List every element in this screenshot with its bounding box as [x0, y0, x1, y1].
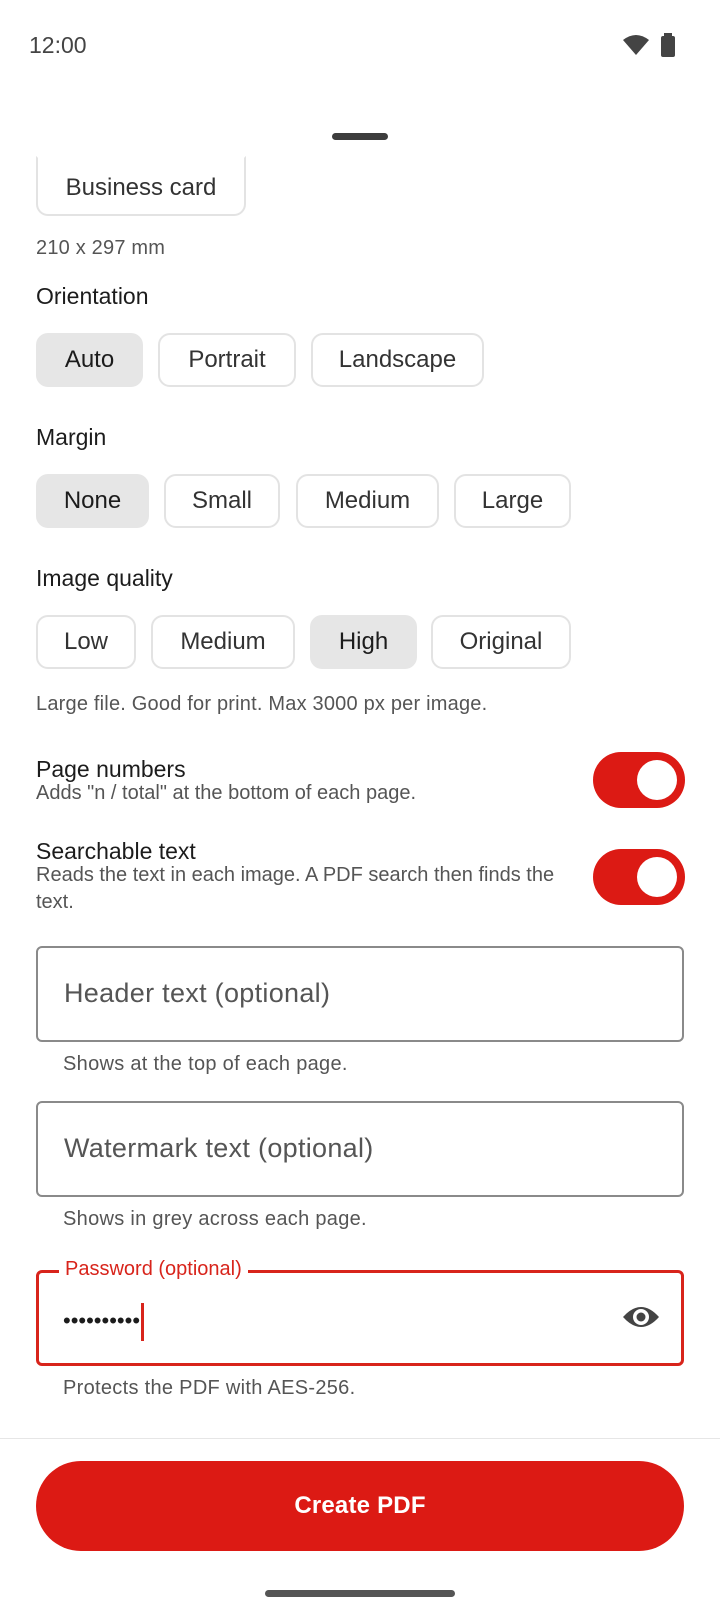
- create-pdf-button[interactable]: Create PDF: [36, 1461, 684, 1551]
- image-quality-hint: Large file. Good for print. Max 3000 px …: [36, 693, 488, 715]
- status-bar: 12:00: [0, 0, 720, 92]
- chip-label: Small: [191, 487, 252, 514]
- page-size-dimensions: 210 x 297 mm: [36, 237, 166, 259]
- chip-orientation-auto[interactable]: Auto: [36, 333, 143, 387]
- chip-label: Original: [459, 628, 543, 655]
- chip-label: Landscape: [338, 346, 457, 373]
- header-text-helper: Shows at the top of each page.: [63, 1053, 348, 1075]
- chip-label: Medium: [324, 487, 411, 514]
- home-indicator[interactable]: [265, 1590, 455, 1597]
- watermark-text-placeholder: Watermark text (optional): [64, 1133, 374, 1163]
- chip-label: Business card: [65, 174, 217, 201]
- battery-icon: [661, 33, 675, 57]
- sheet-drag-handle[interactable]: [332, 133, 388, 140]
- chip-label: Low: [63, 628, 109, 655]
- password-masked-text: ••••••••••: [63, 1307, 141, 1333]
- chip-margin-small[interactable]: Small: [164, 474, 280, 528]
- password-field[interactable]: Password (optional) ••••••••••: [36, 1258, 684, 1366]
- chip-quality-original[interactable]: Original: [431, 615, 571, 669]
- searchable-text-title: Searchable text: [36, 838, 196, 864]
- password-helper: Protects the PDF with AES-256.: [63, 1377, 356, 1399]
- watermark-text-helper: Shows in grey across each page.: [63, 1208, 367, 1230]
- chip-orientation-portrait[interactable]: Portrait: [158, 333, 296, 387]
- image-quality-label: Image quality: [36, 565, 173, 591]
- switch-knob: [637, 857, 677, 897]
- searchable-text-description: Reads the text in each image. A PDF sear…: [36, 864, 555, 913]
- text-cursor: [141, 1303, 145, 1341]
- chip-margin-large[interactable]: Large: [454, 474, 571, 528]
- chip-margin-none[interactable]: None: [36, 474, 149, 528]
- page-numbers-description: Adds "n / total" at the bottom of each p…: [36, 782, 416, 804]
- searchable-text-switch[interactable]: [593, 849, 685, 905]
- status-time: 12:00: [29, 32, 87, 58]
- chip-label: Large: [481, 487, 544, 514]
- password-label: Password (optional): [59, 1258, 248, 1281]
- bottom-sheet-screen: 12:00 Business card 210 x 297 mm Orienta…: [0, 0, 720, 1616]
- password-value: ••••••••••: [63, 1303, 145, 1341]
- chip-label: High: [338, 628, 389, 655]
- chip-label: Medium: [180, 628, 266, 655]
- page-numbers-title: Page numbers: [36, 756, 186, 782]
- divider: [0, 1438, 720, 1439]
- margin-label: Margin: [36, 424, 107, 450]
- page-numbers-switch[interactable]: [593, 752, 685, 808]
- eye-icon[interactable]: [621, 1301, 661, 1333]
- switch-knob: [637, 760, 677, 800]
- status-icons: [622, 33, 676, 57]
- chip-margin-medium[interactable]: Medium: [296, 474, 439, 528]
- chip-quality-low[interactable]: Low: [36, 615, 136, 669]
- chip-orientation-landscape[interactable]: Landscape: [311, 333, 484, 387]
- chip-label: Portrait: [188, 346, 266, 373]
- chip-label: Auto: [64, 346, 115, 373]
- create-pdf-label: Create PDF: [294, 1492, 426, 1519]
- chip-quality-medium[interactable]: Medium: [151, 615, 295, 669]
- chip-quality-high[interactable]: High: [310, 615, 417, 669]
- wifi-icon: [623, 35, 649, 55]
- chip-label: None: [63, 487, 122, 514]
- watermark-text-field[interactable]: Watermark text (optional): [36, 1101, 684, 1197]
- header-text-field[interactable]: Header text (optional): [36, 946, 684, 1042]
- chip-business-card[interactable]: Business card: [36, 156, 246, 216]
- orientation-label: Orientation: [36, 283, 149, 309]
- header-text-placeholder: Header text (optional): [64, 978, 331, 1008]
